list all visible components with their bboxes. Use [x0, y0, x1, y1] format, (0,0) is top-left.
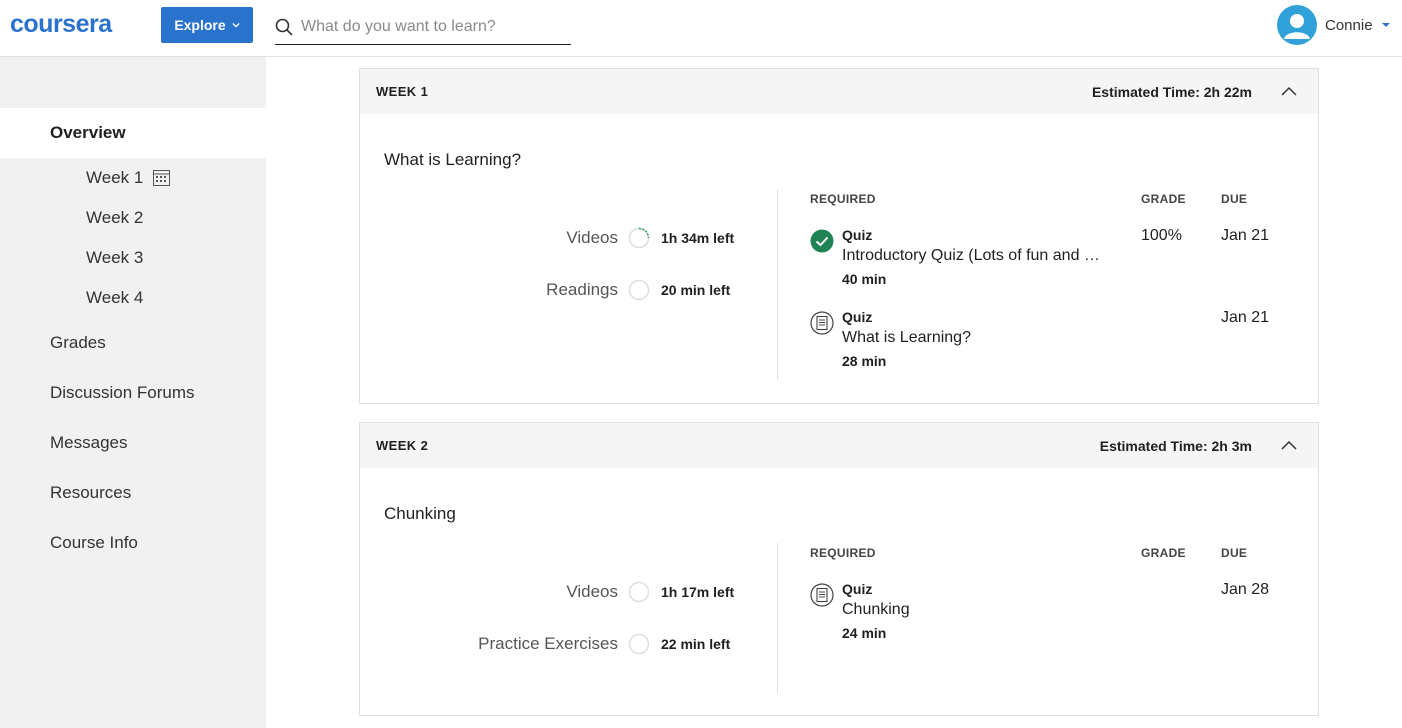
progress-ring-icon [628, 633, 650, 655]
sidebar-item-week-3[interactable]: Week 3 [0, 238, 266, 278]
user-name: Connie [1325, 16, 1373, 34]
sidebar-item-week-4[interactable]: Week 4 [0, 278, 266, 318]
week-label: WEEK 2 [376, 438, 429, 453]
sidebar-item-messages[interactable]: Messages [0, 418, 266, 468]
assignment-item[interactable]: Quiz Introductory Quiz (Lots of fun and … [810, 227, 1290, 287]
week-card: WEEK 2 Estimated Time: 2h 3m Chunking Vi… [359, 422, 1319, 716]
search-bar [275, 10, 571, 45]
item-duration: 40 min [842, 271, 887, 287]
week-title: What is Learning? [384, 150, 522, 169]
item-due-date: Jan 28 [1221, 581, 1270, 598]
progress-row: Videos 1h 17m left [360, 580, 760, 604]
item-due-date: Jan 21 [1221, 227, 1270, 244]
item-type: Quiz [842, 309, 873, 325]
progress-time: 20 min left [661, 282, 731, 298]
sidebar-item-week-2[interactable]: Week 2 [0, 198, 266, 238]
sidebar-item-grades[interactable]: Grades [0, 318, 266, 368]
sidebar-item-label: Week 4 [86, 288, 144, 307]
progress-ring-icon [628, 227, 650, 249]
top-bar: coursera Explore Connie [0, 0, 1402, 57]
due-header: DUE [1221, 546, 1248, 560]
estimated-time: Estimated Time: 2h 3m [1099, 437, 1252, 454]
assignment-item[interactable]: Quiz What is Learning? 28 min Jan 21 [810, 309, 1290, 369]
caret-down-icon [1381, 23, 1390, 27]
quiz-document-icon [810, 583, 834, 607]
progress-row: Videos 1h 34m left [360, 226, 760, 250]
check-circle-icon [810, 229, 834, 253]
item-duration: 28 min [842, 353, 887, 369]
chevron-up-icon[interactable] [1280, 83, 1298, 101]
quiz-document-icon [810, 311, 834, 335]
assignment-item[interactable]: Quiz Chunking 24 min Jan 28 [810, 581, 1290, 641]
due-header: DUE [1221, 192, 1248, 206]
week-header[interactable]: WEEK 1 Estimated Time: 2h 22m [360, 69, 1318, 114]
progress-label: Videos [566, 582, 618, 601]
item-grade: 100% [1141, 227, 1182, 244]
sidebar-item-label: Overview [50, 123, 126, 142]
chevron-up-icon[interactable] [1280, 437, 1298, 455]
sidebar-item-label: Resources [50, 483, 132, 502]
sidebar-item-label: Course Info [50, 533, 138, 552]
avatar [1277, 5, 1317, 45]
progress-time: 1h 34m left [661, 230, 735, 246]
sidebar-item-label: Grades [50, 333, 106, 352]
explore-label: Explore [174, 17, 226, 33]
progress-row: Practice Exercises 22 min left [360, 632, 760, 656]
coursera-logo[interactable]: coursera [10, 10, 112, 39]
week-title: Chunking [384, 504, 456, 523]
sidebar-item-label: Messages [50, 433, 128, 452]
estimated-time: Estimated Time: 2h 22m [1091, 83, 1252, 100]
sidebar-item-week-1[interactable]: Week 1 [0, 158, 266, 198]
grade-header: GRADE [1141, 546, 1186, 560]
item-duration: 24 min [842, 625, 887, 641]
sidebar-item-overview[interactable]: Overview [0, 108, 266, 158]
divider [777, 189, 778, 380]
divider [777, 543, 778, 693]
week-header[interactable]: WEEK 2 Estimated Time: 2h 3m [360, 423, 1318, 468]
progress-row: Readings 20 min left [360, 278, 760, 302]
required-header: REQUIRED [810, 546, 876, 560]
progress-label: Readings [546, 280, 618, 299]
sidebar-item-label: Week 1 [86, 168, 144, 187]
progress-ring-icon [628, 581, 650, 603]
week-card: WEEK 1 Estimated Time: 2h 22m What is Le… [359, 68, 1319, 404]
item-name[interactable]: Introductory Quiz (Lots of fun and … [842, 247, 1114, 265]
calendar-icon [153, 170, 171, 186]
chevron-down-icon [232, 22, 240, 28]
required-header: REQUIRED [810, 192, 876, 206]
item-type: Quiz [842, 227, 873, 243]
item-type: Quiz [842, 581, 873, 597]
grade-header: GRADE [1141, 192, 1186, 206]
sidebar-item-label: Week 3 [86, 248, 144, 267]
week-label: WEEK 1 [376, 84, 429, 99]
sidebar-item-resources[interactable]: Resources [0, 468, 266, 518]
explore-button[interactable]: Explore [161, 7, 253, 43]
progress-ring-icon [628, 279, 650, 301]
progress-label: Videos [566, 228, 618, 247]
progress-label: Practice Exercises [478, 634, 618, 653]
item-name[interactable]: What is Learning? [842, 329, 1114, 347]
search-input[interactable] [301, 18, 561, 36]
progress-time: 22 min left [661, 636, 731, 652]
user-menu[interactable]: Connie [1277, 5, 1391, 45]
sidebar-item-course-info[interactable]: Course Info [0, 518, 266, 568]
progress-time: 1h 17m left [661, 584, 735, 600]
sidebar-item-label: Week 2 [86, 208, 144, 227]
course-sidebar: Overview Week 1 Week 2 Week 3 Week 4 Gra… [0, 57, 266, 728]
item-name[interactable]: Chunking [842, 601, 1114, 619]
sidebar-item-discussion-forums[interactable]: Discussion Forums [0, 368, 266, 418]
search-icon [275, 18, 293, 36]
sidebar-item-label: Discussion Forums [50, 383, 195, 402]
item-due-date: Jan 21 [1221, 309, 1270, 326]
